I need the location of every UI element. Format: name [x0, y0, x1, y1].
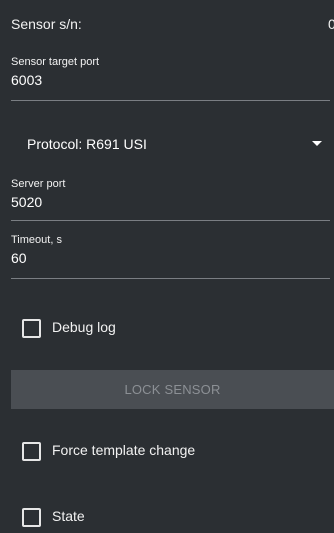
- sensor-serial-row: Sensor s/n: 0: [11, 16, 334, 38]
- server-port-label: Server port: [11, 178, 66, 190]
- sensor-serial-label: Sensor s/n:: [11, 16, 82, 32]
- debug-log-label: Debug log: [52, 319, 116, 335]
- sensor-target-port-label: Sensor target port: [11, 56, 100, 68]
- timeout-label: Timeout, s: [11, 234, 62, 246]
- protocol-dropdown[interactable]: Protocol: R691 USI: [11, 126, 330, 162]
- timeout-field[interactable]: Timeout, s 60: [11, 234, 330, 279]
- sensor-serial-value: 0: [328, 16, 334, 32]
- server-port-field[interactable]: Server port 5020: [11, 178, 330, 221]
- timeout-input[interactable]: 60: [11, 249, 330, 267]
- force-template-change-label: Force template change: [52, 442, 196, 458]
- protocol-selected-value: Protocol: R691 USI: [27, 136, 147, 152]
- lock-sensor-button[interactable]: LOCK SENSOR: [11, 370, 334, 409]
- server-port-input[interactable]: 5020: [11, 193, 330, 211]
- force-template-change-checkbox[interactable]: [22, 442, 41, 461]
- sensor-settings-screen: Sensor s/n: 0 Sensor target port 6003 Pr…: [0, 0, 334, 533]
- sensor-target-port-underline: [11, 100, 330, 101]
- state-checkbox[interactable]: [22, 508, 41, 527]
- dropdown-arrow-icon: [312, 141, 322, 146]
- sensor-target-port-input[interactable]: 6003: [11, 71, 330, 89]
- timeout-underline: [11, 278, 330, 279]
- sensor-target-port-field[interactable]: Sensor target port 6003: [11, 56, 330, 101]
- debug-log-checkbox[interactable]: [22, 319, 41, 338]
- state-label: State: [52, 508, 85, 524]
- server-port-underline: [11, 220, 330, 221]
